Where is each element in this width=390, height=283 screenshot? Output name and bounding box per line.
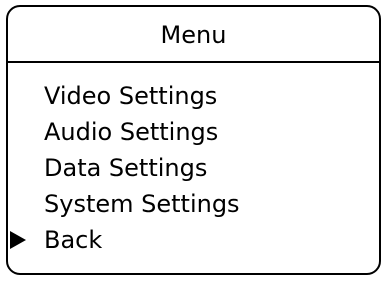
- menu-header: Menu: [8, 7, 379, 63]
- menu-item-audio-settings[interactable]: Audio Settings: [8, 114, 379, 150]
- menu-item-label: Data Settings: [44, 154, 208, 182]
- menu-item-data-settings[interactable]: Data Settings: [8, 150, 379, 186]
- menu-item-label: Audio Settings: [44, 118, 219, 146]
- selector-arrow-icon: [10, 231, 26, 249]
- menu-title: Menu: [160, 21, 227, 49]
- menu-item-label: System Settings: [44, 190, 240, 218]
- menu-item-video-settings[interactable]: Video Settings: [8, 78, 379, 114]
- menu-item-back[interactable]: Back: [8, 222, 379, 258]
- menu-item-label: Back: [44, 226, 103, 254]
- menu-item-label: Video Settings: [44, 82, 218, 110]
- menu-item-system-settings[interactable]: System Settings: [8, 186, 379, 222]
- menu-window: Menu Video Settings Audio Settings Data …: [6, 5, 381, 275]
- menu-list: Video Settings Audio Settings Data Setti…: [8, 78, 379, 258]
